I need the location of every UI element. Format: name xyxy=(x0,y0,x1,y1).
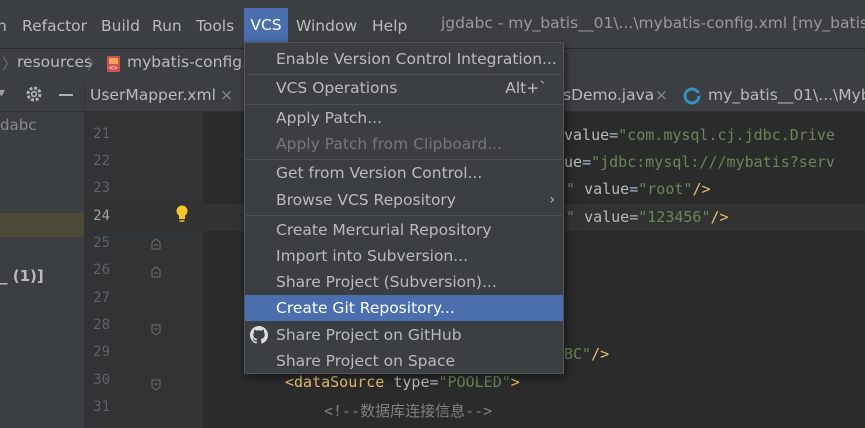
gear-icon[interactable] xyxy=(25,85,43,107)
fold-marker-icon[interactable] xyxy=(151,264,161,278)
menu-vcs[interactable]: VCS xyxy=(244,8,288,42)
project-selected-row[interactable] xyxy=(0,213,84,237)
chevron-right-icon: 〉 xyxy=(2,55,18,73)
line-number: 26 xyxy=(93,262,110,278)
menu-item-share-github[interactable]: Share Project on GitHub xyxy=(245,322,563,348)
close-icon[interactable]: × xyxy=(655,86,668,104)
menu-item-get-from-vcs[interactable]: Get from Version Control... xyxy=(245,160,563,186)
tab-mybatis-config[interactable]: my_batis__01\...\Myb xyxy=(708,86,865,104)
menu-item-vcs-operations[interactable]: VCS Operations Alt+` xyxy=(245,75,563,101)
menu-file-partial[interactable]: n xyxy=(0,14,7,38)
line-number: 21 xyxy=(93,126,110,142)
tab-usermapper-xml[interactable]: UserMapper.xml xyxy=(90,86,216,104)
line-number: 27 xyxy=(93,290,110,306)
menu-item-apply-patch-clipboard: Apply Patch from Clipboard... xyxy=(276,135,502,153)
breadcrumb-file[interactable]: mybatis-config.x xyxy=(127,53,256,71)
line-number: 22 xyxy=(93,153,110,169)
code-line-23: " value="root"/> xyxy=(566,180,711,198)
fold-marker-icon[interactable] xyxy=(151,322,161,336)
fold-marker-icon[interactable] xyxy=(151,377,161,391)
svg-text:<>: <> xyxy=(109,64,117,72)
menu-help[interactable]: Help xyxy=(372,14,407,38)
project-node-label[interactable]: _ (1)] xyxy=(0,267,44,285)
menu-tools[interactable]: Tools xyxy=(196,14,234,38)
breadcrumb-resources[interactable]: resources xyxy=(17,53,92,71)
menu-item-create-git-repository[interactable]: Create Git Repository... xyxy=(245,295,563,321)
chevron-right-icon: › xyxy=(549,192,555,208)
shortcut-label: Alt+` xyxy=(505,79,547,97)
menu-item-create-mercurial[interactable]: Create Mercurial Repository xyxy=(245,217,563,243)
code-line-24: " value="123456"/> xyxy=(566,208,729,226)
line-numbers: 21 22 23 24 25 26 27 28 29 30 31 xyxy=(85,112,203,428)
menu-bar: n Refactor Build Run Tools VCS Window He… xyxy=(0,0,865,48)
line-number: 29 xyxy=(93,344,110,360)
code-line-21: value="com.mysql.cj.jdbc.Drive xyxy=(564,126,835,144)
menu-item-import-subversion[interactable]: Import into Subversion... xyxy=(245,243,563,269)
minimize-icon[interactable] xyxy=(59,94,73,96)
menu-item-enable-vcs[interactable]: Enable Version Control Integration... xyxy=(245,46,563,72)
chevron-right-icon: 〉 xyxy=(87,55,103,73)
chevron-down-icon[interactable]: ▾ xyxy=(0,85,5,101)
code-line-31: <!--数据库连接信息--> xyxy=(324,402,493,420)
menu-build[interactable]: Build xyxy=(101,14,140,38)
close-icon[interactable]: × xyxy=(220,86,233,104)
line-number: 28 xyxy=(93,317,110,333)
menu-item-browse-vcs-repository[interactable]: Browse VCS Repository › xyxy=(245,187,563,213)
config-file-icon xyxy=(683,87,701,109)
line-number: 30 xyxy=(93,372,110,388)
line-number: 23 xyxy=(93,180,110,196)
line-number: 25 xyxy=(93,235,110,251)
menu-item-share-subversion[interactable]: Share Project (Subversion)... xyxy=(245,269,563,295)
project-root-label[interactable]: dabc xyxy=(0,116,36,134)
fold-marker-icon[interactable] xyxy=(151,236,161,250)
menu-refactor[interactable]: Refactor xyxy=(22,14,87,38)
vcs-dropdown-menu: Enable Version Control Integration... VC… xyxy=(244,42,564,374)
code-line-29: BC"/> xyxy=(564,345,610,363)
project-panel-toolbar: ▾ xyxy=(0,81,84,112)
window-title: jgdabc - my_batis__01\...\mybatis-config… xyxy=(441,14,865,32)
code-line-22: ue="jdbc:mysql:///mybatis?serv xyxy=(564,153,835,171)
menu-item-apply-patch[interactable]: Apply Patch... xyxy=(245,105,563,131)
tab-demo-java[interactable]: sDemo.java xyxy=(563,86,654,104)
line-number-current: 24 xyxy=(93,208,110,224)
menu-run[interactable]: Run xyxy=(152,14,182,38)
line-number: 31 xyxy=(93,399,110,415)
xml-file-icon: <> xyxy=(106,55,122,77)
menu-window[interactable]: Window xyxy=(296,14,357,38)
lightbulb-icon[interactable] xyxy=(175,205,189,227)
code-line-30: <dataSource type="POOLED"> xyxy=(285,373,520,391)
menu-item-share-space[interactable]: Share Project on Space xyxy=(245,348,563,374)
menu-separator xyxy=(246,215,562,216)
